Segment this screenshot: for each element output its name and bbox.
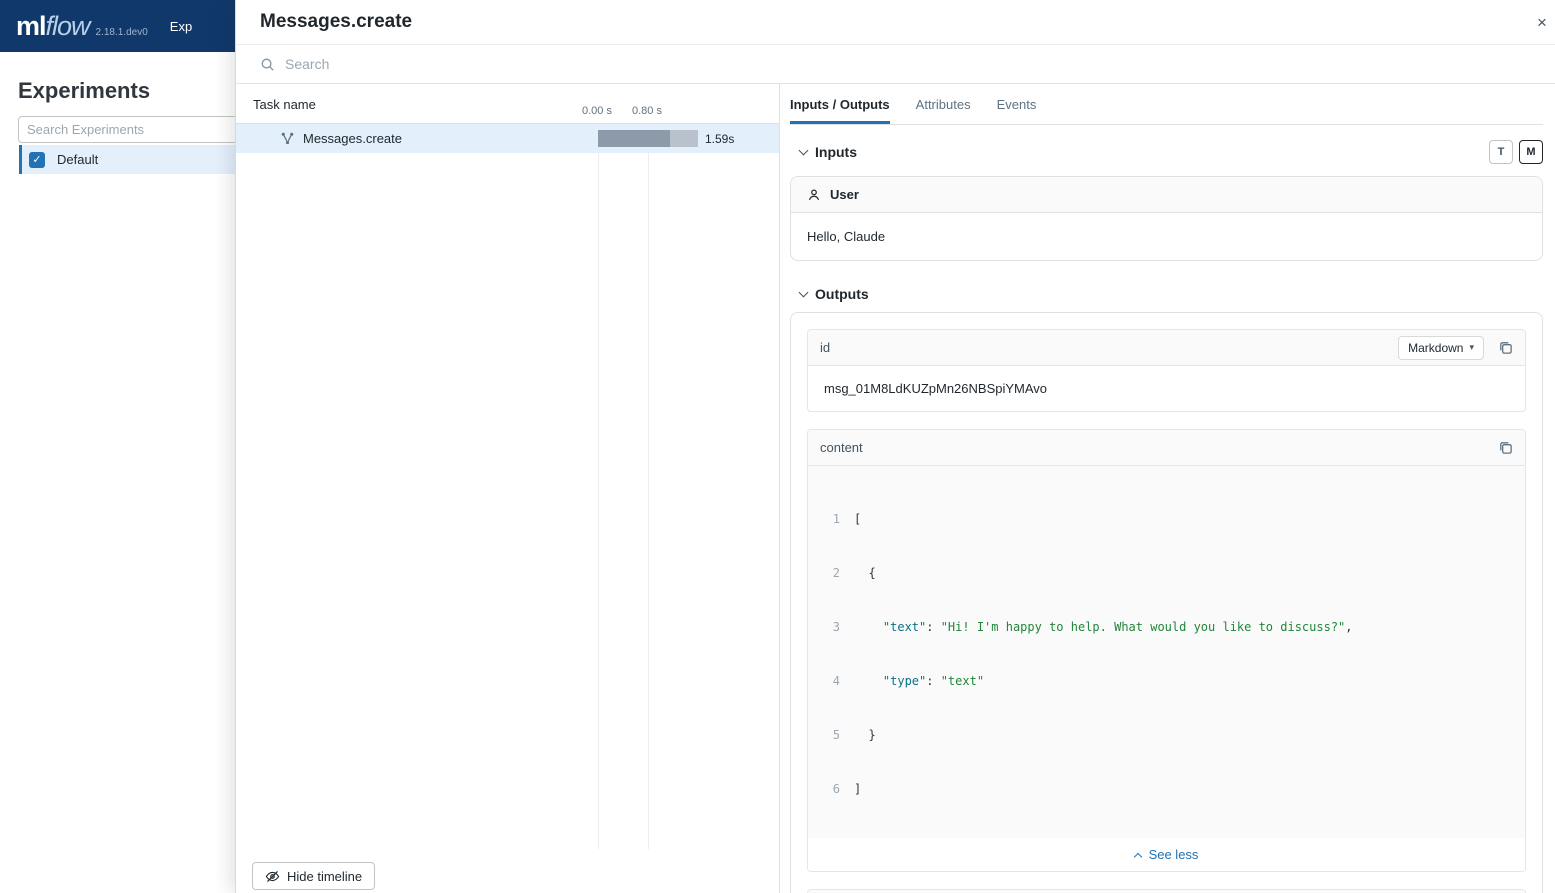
task-name-column-header: Task name: [253, 97, 316, 112]
text-view-button[interactable]: T: [1489, 140, 1513, 164]
task-timeline-pane: Task name 0.00 s 0.80 s Messages.create …: [236, 84, 780, 893]
task-rows: Messages.create 1.59s: [236, 124, 779, 849]
code-token: {: [854, 564, 876, 582]
line-number: 2: [808, 564, 840, 582]
mlflow-logo[interactable]: ml flow 2.18.1.dev0: [16, 11, 148, 42]
user-icon: [807, 188, 821, 202]
detail-content: Inputs T M User Hello, Claude: [790, 125, 1543, 893]
code-token: ]: [854, 780, 861, 798]
chevron-down-icon: [799, 146, 809, 156]
version-label: 2.18.1.dev0: [96, 27, 148, 38]
field-label: content: [820, 440, 863, 455]
inputs-section-header[interactable]: Inputs T M: [790, 140, 1543, 164]
field-label: id: [820, 340, 830, 355]
code-token: "text": [854, 618, 926, 636]
field-header-id: id Markdown ▾: [808, 330, 1525, 366]
field-value-content: 1 [ 2 { 3 "text": "Hi! I'm happy to help.…: [808, 466, 1525, 871]
tab-inputs-outputs[interactable]: Inputs / Outputs: [790, 84, 890, 124]
tab-attributes[interactable]: Attributes: [916, 84, 971, 124]
outputs-section-title: Outputs: [815, 286, 869, 302]
output-field-model: model Markdown ▾ claud: [807, 889, 1526, 893]
code-token: }: [854, 726, 876, 744]
overlay-title: Messages.create: [260, 11, 412, 33]
see-less-label: See less: [1149, 847, 1199, 862]
outputs-section-header[interactable]: Outputs: [790, 282, 1543, 306]
duration-label: 1.59s: [705, 132, 734, 146]
detail-tabs: Inputs / Outputs Attributes Events: [790, 84, 1543, 125]
trace-search-input[interactable]: [285, 56, 1531, 72]
overlay-header: Messages.create ×: [236, 0, 1555, 45]
code-token: "Hi! I'm happy to help. What would you l…: [941, 618, 1346, 636]
user-card-title: User: [830, 187, 859, 202]
eye-off-icon: [265, 869, 280, 884]
chevron-down-icon: [799, 288, 809, 298]
timeline-tick-0: 0.00 s: [582, 105, 612, 117]
code-token: :: [926, 672, 940, 690]
trace-span-icon: [280, 131, 295, 146]
timeline-tick-1: 0.80 s: [632, 105, 662, 117]
timeline-gridline: [598, 124, 599, 849]
chevron-up-icon: [1133, 852, 1141, 860]
renderer-select[interactable]: Markdown ▾: [1398, 336, 1484, 360]
overlay-body: Task name 0.00 s 0.80 s Messages.create …: [236, 84, 1555, 893]
output-field-content: content 1 [ 2 { 3 "text":: [807, 429, 1526, 872]
trace-detail-overlay: Messages.create × Task name 0.00 s 0.80 …: [235, 0, 1555, 893]
render-mode-toggle: T M: [1489, 140, 1543, 164]
inputs-section-title: Inputs: [815, 144, 857, 160]
outputs-card: id Markdown ▾ msg_01M8: [790, 312, 1543, 893]
code-token: :: [926, 618, 940, 636]
code-token: "text": [941, 672, 984, 690]
markdown-view-button[interactable]: M: [1519, 140, 1543, 164]
hide-timeline-button[interactable]: Hide timeline: [252, 862, 375, 890]
user-message-card: User Hello, Claude: [790, 176, 1543, 261]
field-controls: Markdown ▾: [1398, 336, 1513, 360]
see-less-button[interactable]: See less: [808, 838, 1525, 871]
user-message-text: Hello, Claude: [791, 213, 1542, 260]
span-detail-pane: Inputs / Outputs Attributes Events Input…: [780, 84, 1555, 893]
code-token: [: [854, 510, 861, 528]
logo-ml-text: ml: [16, 11, 46, 42]
task-pane-footer: Hide timeline: [236, 849, 779, 893]
hide-timeline-label: Hide timeline: [287, 869, 362, 884]
duration-bar[interactable]: [598, 130, 698, 147]
line-number: 6: [808, 780, 840, 798]
field-value-id: msg_01M8LdKUZpMn26NBSpiYMAvo: [808, 366, 1525, 411]
renderer-select-value: Markdown: [1408, 341, 1463, 355]
copy-icon[interactable]: [1498, 440, 1513, 455]
copy-icon[interactable]: [1498, 340, 1513, 355]
line-number: 5: [808, 726, 840, 744]
task-row-messages-create[interactable]: Messages.create 1.59s: [236, 124, 779, 153]
logo-flow-text: flow: [46, 11, 90, 42]
task-row-label: Messages.create: [303, 131, 402, 146]
experiment-checkbox[interactable]: ✓: [29, 152, 45, 168]
task-pane-header: Task name 0.00 s 0.80 s: [236, 84, 779, 124]
code-token: ,: [1345, 618, 1352, 636]
timeline-gridline: [648, 124, 649, 849]
search-icon: [260, 57, 275, 72]
output-field-id: id Markdown ▾ msg_01M8: [807, 329, 1526, 412]
close-icon[interactable]: ×: [1531, 12, 1553, 34]
line-number: 1: [808, 510, 840, 528]
line-number: 4: [808, 672, 840, 690]
caret-down-icon: ▾: [1469, 342, 1474, 353]
tab-events[interactable]: Events: [997, 84, 1037, 124]
user-message-card-header: User: [791, 177, 1542, 213]
content-json-code: 1 [ 2 { 3 "text": "Hi! I'm happy to help.…: [808, 466, 1525, 838]
field-header-content: content: [808, 430, 1525, 466]
code-token: "type": [854, 672, 926, 690]
experiment-label: Default: [57, 152, 98, 167]
page-title: Experiments: [18, 78, 150, 104]
field-controls: [1498, 440, 1513, 455]
line-number: 3: [808, 618, 840, 636]
nav-tab-experiments[interactable]: Exp: [170, 19, 192, 34]
trace-search-bar: [236, 45, 1555, 84]
